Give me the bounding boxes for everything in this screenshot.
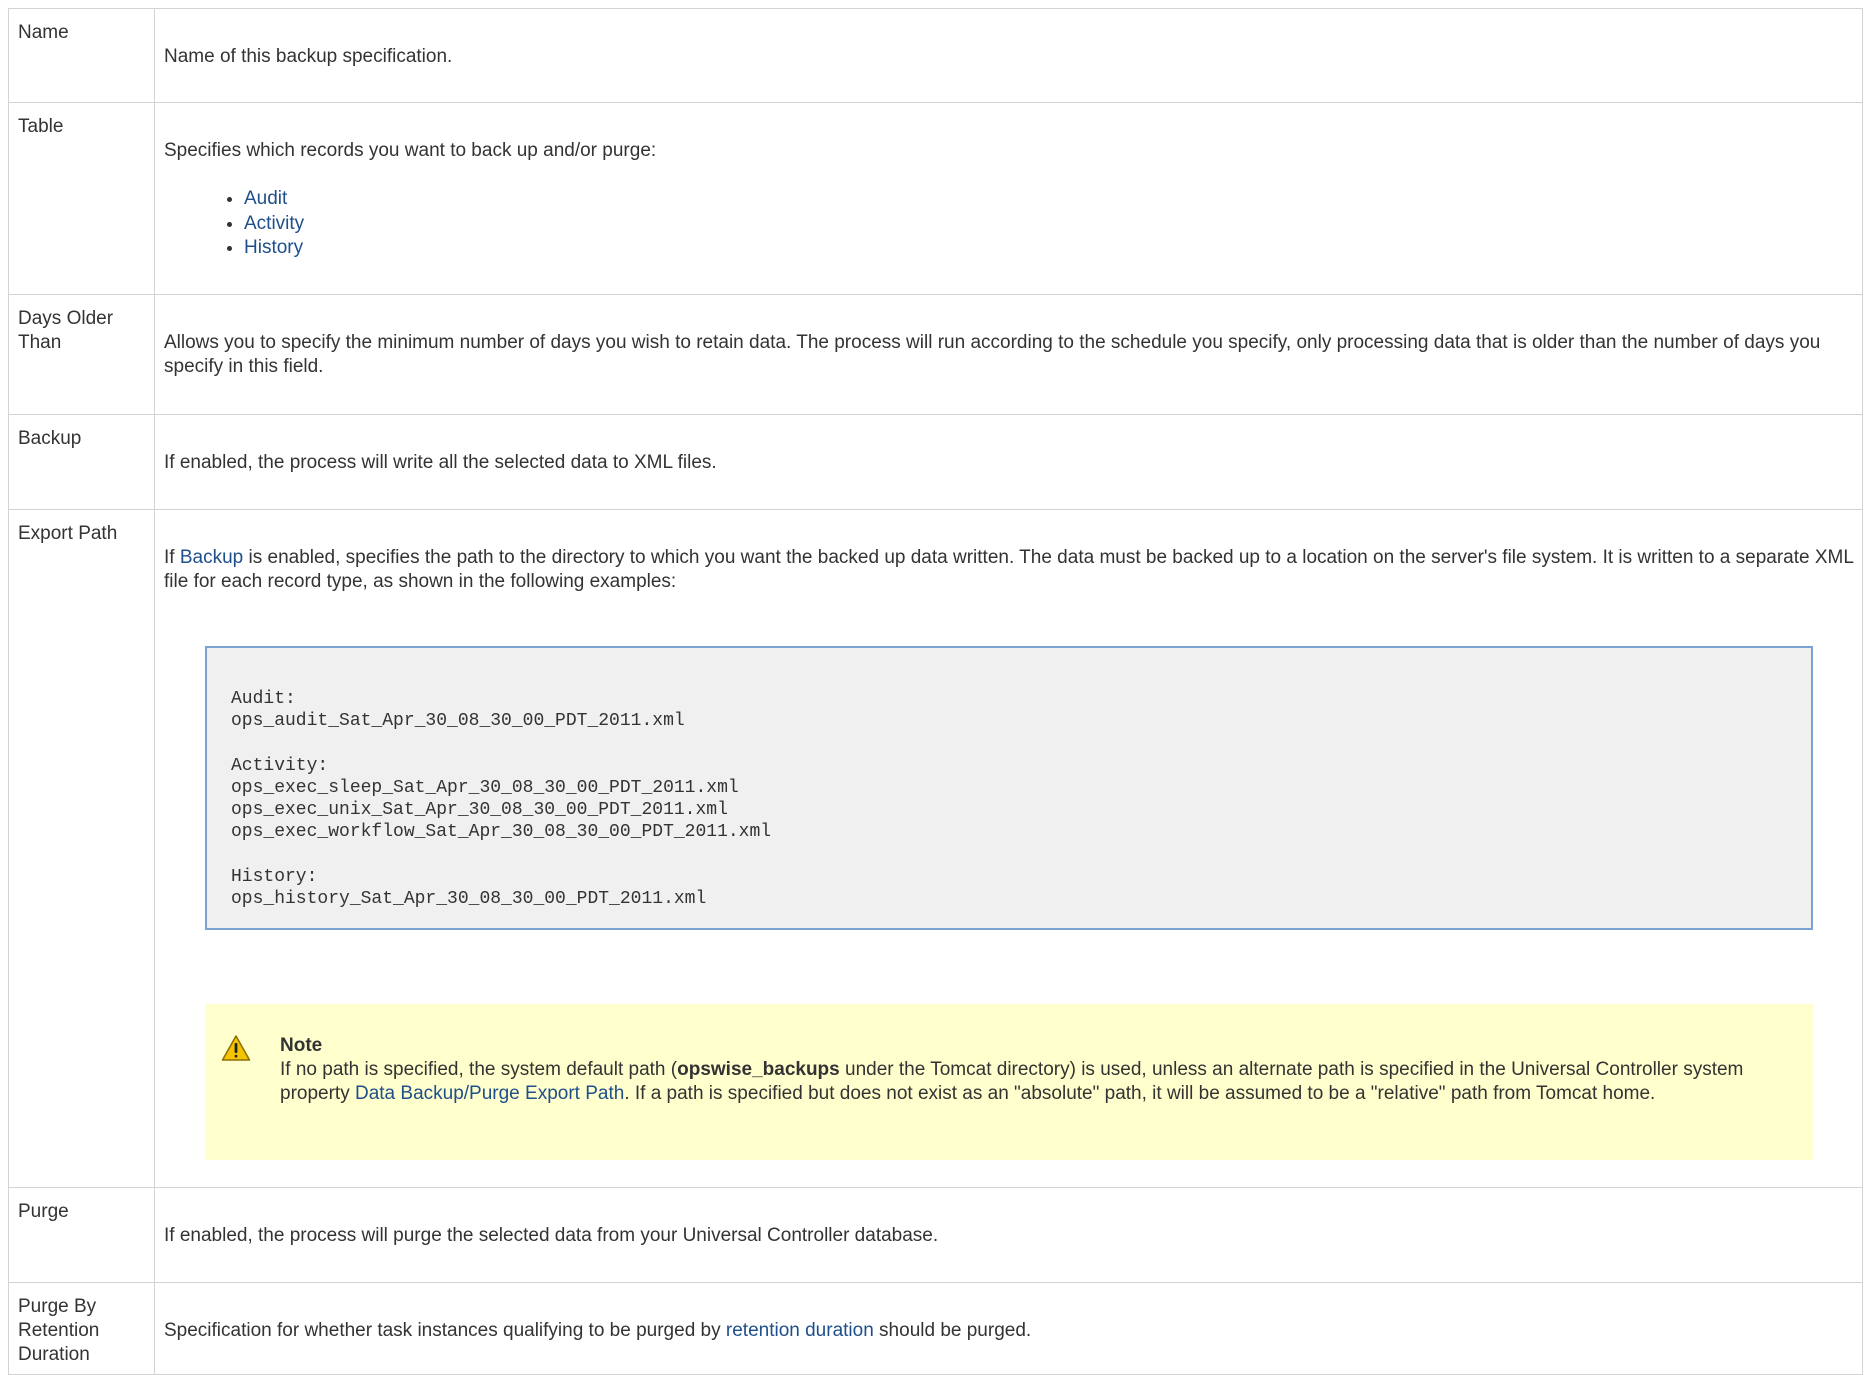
table-row: Table Specifies which records you want t… [8, 102, 1863, 295]
description-text-part: is enabled, specifies the path to the di… [164, 547, 1854, 592]
table-row: Days Older Than Allows you to specify th… [8, 294, 1863, 415]
history-link[interactable]: History [244, 237, 303, 258]
field-label: Days Older Than [8, 294, 155, 415]
backup-link[interactable]: Backup [180, 547, 243, 568]
table-row: Name Name of this backup specification. [8, 8, 1863, 103]
field-label: Table [8, 102, 155, 295]
field-spec-table: Name Name of this backup specification. … [8, 8, 1863, 1375]
field-label-line: Retention [18, 1320, 100, 1341]
note-title: Note [280, 1035, 323, 1056]
note-text-part: . If a path is specified but does not ex… [624, 1083, 1656, 1104]
description-text: Name of this backup specification. [164, 46, 453, 67]
list-item: Audit [244, 187, 1854, 212]
note-text-part: If no path is specified, the system defa… [280, 1059, 678, 1080]
description-text: Allows you to specify the minimum number… [164, 332, 1821, 377]
table-row: Purge By Retention Duration Specificatio… [8, 1282, 1863, 1375]
activity-link[interactable]: Activity [244, 213, 304, 234]
audit-link[interactable]: Audit [244, 188, 287, 209]
export-path-property-link[interactable]: Data Backup/Purge Export Path [355, 1083, 624, 1104]
field-description: If enabled, the process will write all t… [154, 414, 1863, 510]
field-label: Backup [8, 414, 155, 510]
description-text: If enabled, the process will purge the s… [164, 1225, 939, 1246]
field-description: If enabled, the process will purge the s… [154, 1187, 1863, 1283]
field-label-line: Days Older [18, 308, 114, 329]
note-bold-text: opswise_backups [677, 1059, 840, 1080]
description-text: If enabled, the process will write all t… [164, 452, 717, 473]
table-options-list: Audit Activity History [164, 187, 1854, 261]
description-text: Specifies which records you want to back… [164, 140, 657, 161]
description-text: Specification for whether task instances… [164, 1319, 1854, 1343]
list-item: History [244, 236, 1854, 261]
field-label: Purge By Retention Duration [8, 1282, 155, 1375]
description-text-part: If [164, 547, 180, 568]
note-panel: Note If no path is specified, the system… [205, 1004, 1813, 1160]
field-label-line: Duration [18, 1344, 90, 1365]
table-row: Purge If enabled, the process will purge… [8, 1187, 1863, 1283]
description-text: If Backup is enabled, specifies the path… [164, 546, 1854, 594]
field-description: Allows you to specify the minimum number… [154, 294, 1863, 415]
field-description: If Backup is enabled, specifies the path… [154, 509, 1863, 1188]
field-label: Purge [8, 1187, 155, 1283]
note-text: If no path is specified, the system defa… [280, 1058, 1773, 1106]
field-label: Export Path [8, 509, 155, 1188]
field-label-line: Than [18, 332, 62, 353]
description-text-part: Specification for whether task instances… [164, 1320, 726, 1341]
warning-icon [221, 1035, 251, 1061]
retention-duration-link[interactable]: retention duration [726, 1320, 874, 1341]
note-body: Note If no path is specified, the system… [280, 1034, 1773, 1106]
description-text-part: should be purged. [873, 1320, 1032, 1341]
field-description: Specifies which records you want to back… [154, 102, 1863, 295]
code-text: Audit: ops_audit_Sat_Apr_30_08_30_00_PDT… [231, 689, 772, 909]
code-block: Audit: ops_audit_Sat_Apr_30_08_30_00_PDT… [205, 646, 1813, 930]
field-label: Name [8, 8, 155, 103]
list-item: Activity [244, 212, 1854, 237]
field-label-line: Purge By [18, 1296, 97, 1317]
field-description: Specification for whether task instances… [154, 1282, 1863, 1375]
field-description: Name of this backup specification. [154, 8, 1863, 103]
table-row: Backup If enabled, the process will writ… [8, 414, 1863, 510]
table-row: Export Path If Backup is enabled, specif… [8, 509, 1863, 1188]
